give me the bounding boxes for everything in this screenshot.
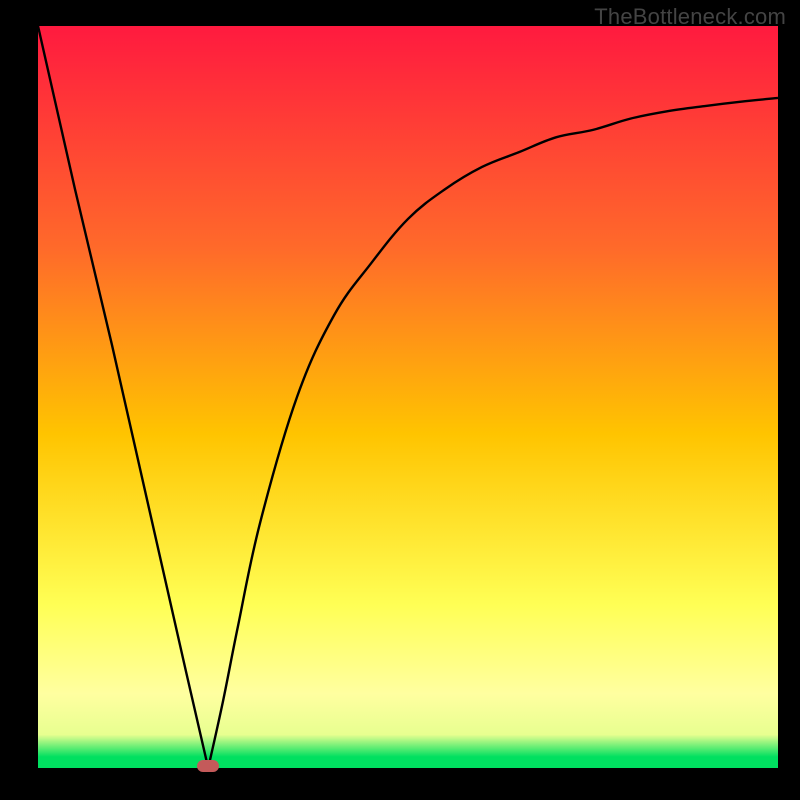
plot-area [38,26,778,768]
watermark-text: TheBottleneck.com [594,4,786,30]
bottleneck-curve [38,26,778,768]
minimum-marker [197,760,219,772]
